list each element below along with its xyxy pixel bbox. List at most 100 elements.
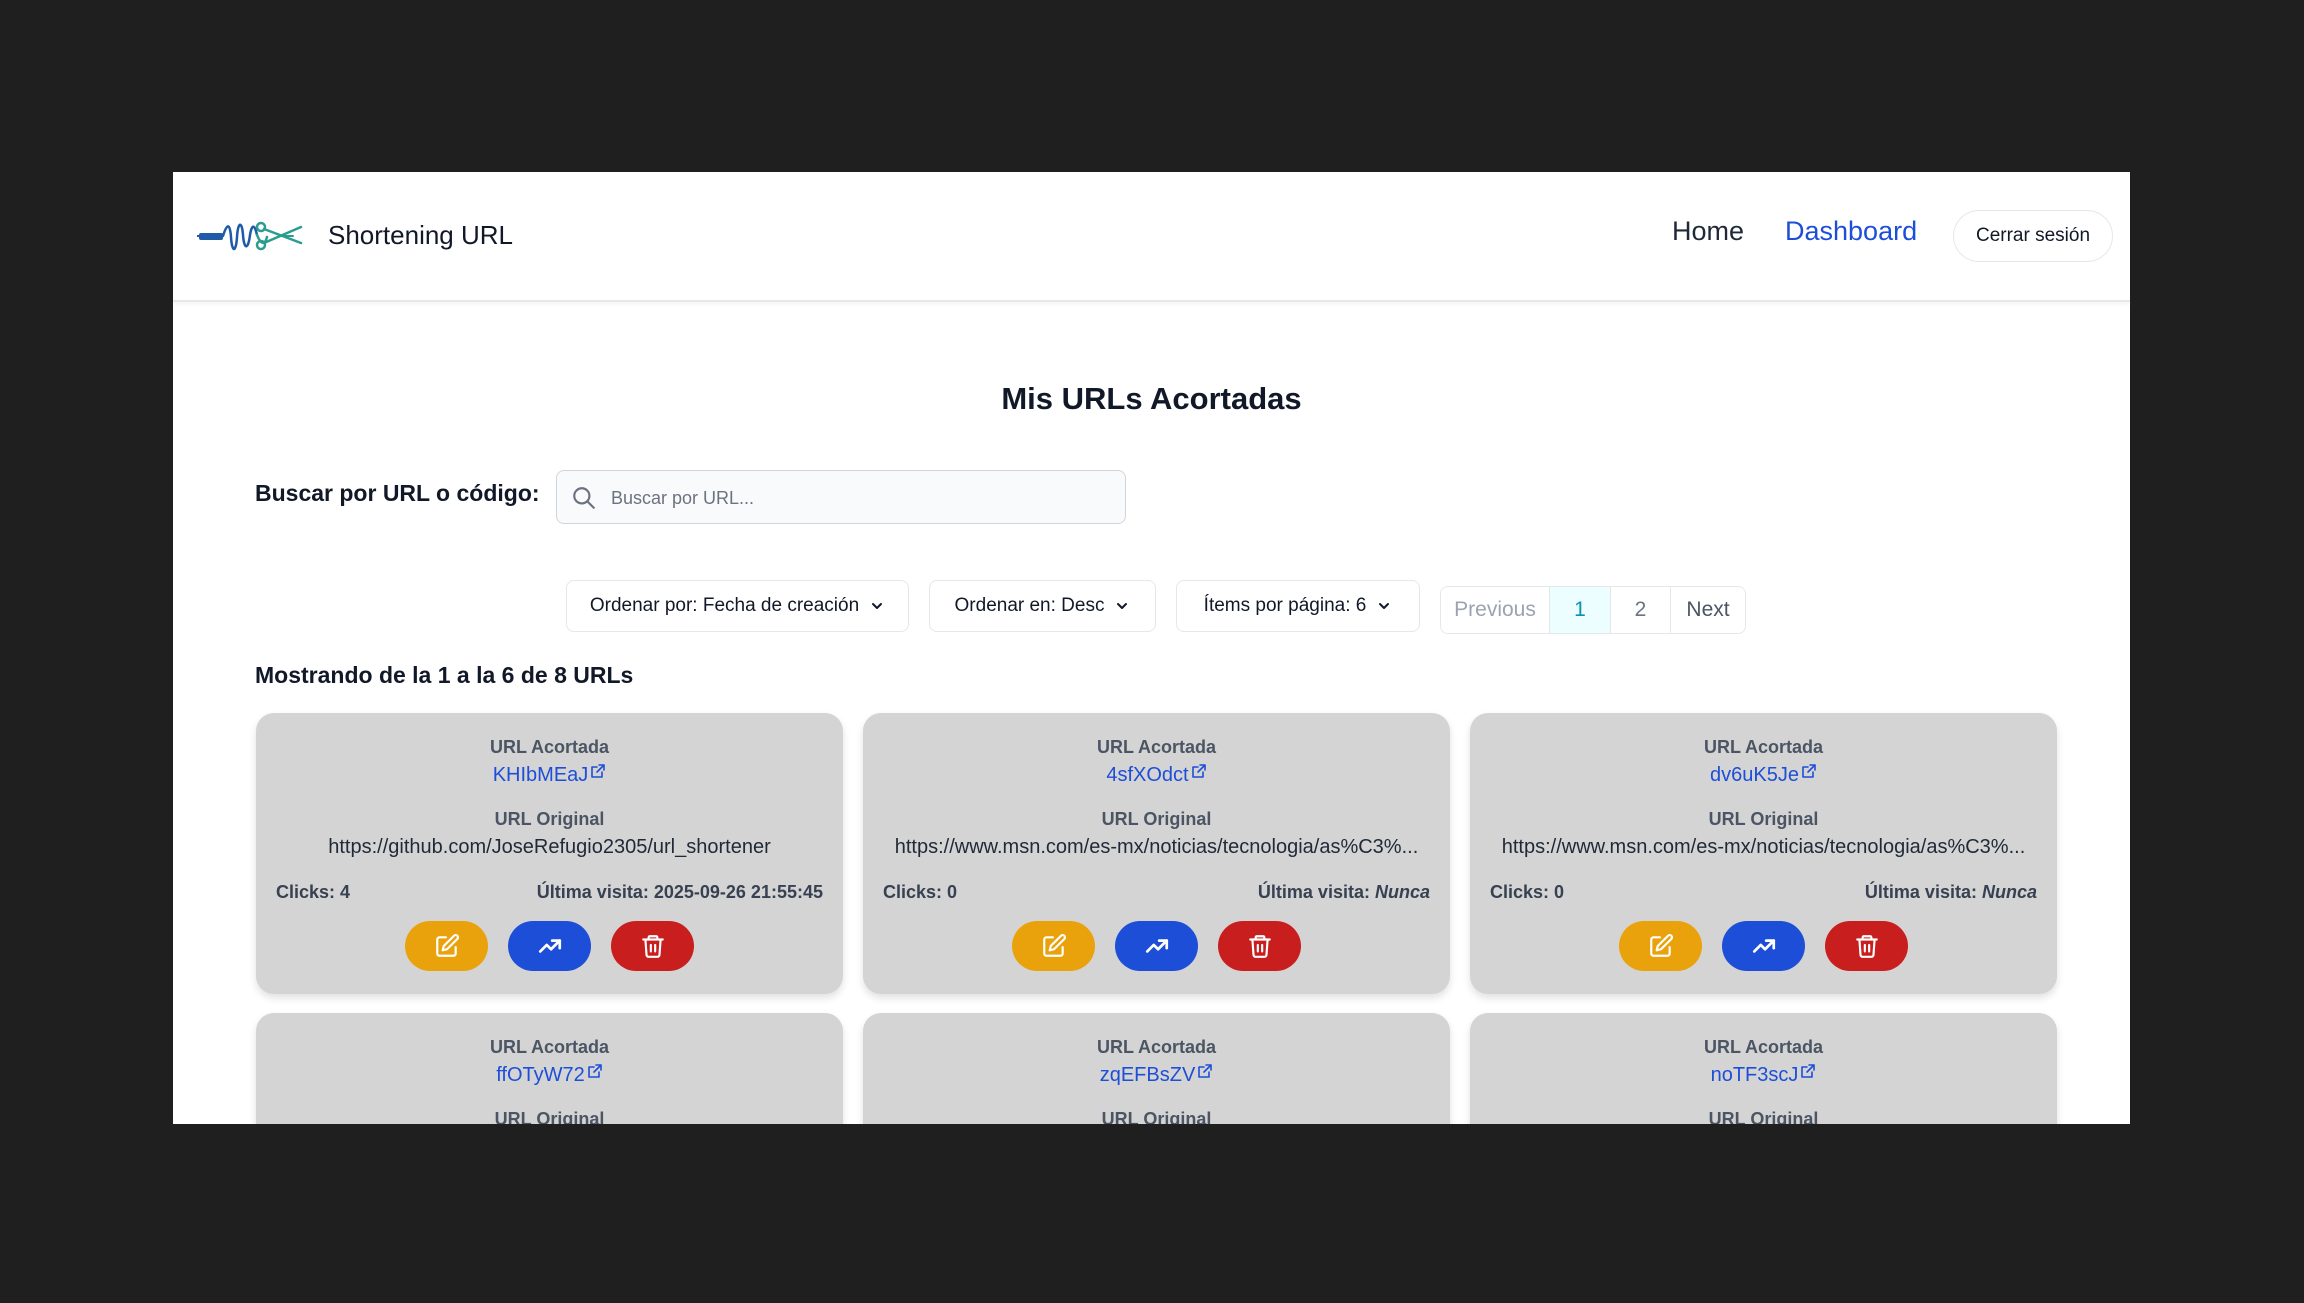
short-url-link[interactable]: ffOTyW72 (256, 1061, 843, 1089)
browser-viewport: Shortening URL Home Dashboard Cerrar ses… (173, 172, 2130, 1124)
last-visit-value: Nunca (1981, 882, 2037, 902)
short-url-link[interactable]: KHIbMEaJ (256, 761, 843, 789)
short-code[interactable]: ffOTyW72 (496, 1064, 585, 1086)
trash-icon (641, 935, 664, 958)
short-url-link[interactable]: zqEFBsZV (863, 1061, 1450, 1089)
original-url-label: URL Original (1708, 1109, 1819, 1124)
trash-icon (1855, 935, 1878, 958)
pagination-page-2[interactable]: 2 (1611, 587, 1671, 633)
pagination-next[interactable]: Next (1671, 587, 1745, 633)
pencil-square-icon (1649, 934, 1673, 957)
url-card: URL Acortada KHIbMEaJ URL Original https… (256, 713, 843, 994)
items-per-page-dropdown[interactable]: Ítems por página: 6 (1176, 580, 1420, 632)
clicks-prefix: Clicks: (883, 882, 943, 902)
results-count: Mostrando de la 1 a la 6 de 8 URLs (255, 662, 634, 688)
last-visit-prefix: Última visita: (536, 882, 649, 902)
stats-button[interactable] (1722, 921, 1805, 971)
short-url-label: URL Acortada (489, 737, 610, 757)
short-url-link[interactable]: noTF3scJ (1470, 1061, 2057, 1089)
search-box[interactable] (556, 470, 1126, 525)
original-url-label: URL Original (1708, 809, 1819, 829)
pagination-page-1[interactable]: 1 (1550, 587, 1611, 633)
chevron-down-icon (1117, 603, 1128, 609)
search-input[interactable] (609, 471, 1113, 525)
last-visit: Última visita: Nunca (1865, 880, 2037, 904)
url-card: URL Acortada ffOTyW72 URL Original (256, 1013, 843, 1124)
nav-dashboard-link[interactable]: Dashboard (1785, 212, 1917, 250)
logo-icon[interactable] (197, 213, 303, 259)
url-card: URL Acortada dv6uK5Je URL Original https… (1470, 713, 2057, 994)
logout-button[interactable]: Cerrar sesión (1953, 210, 2113, 262)
original-url-label: URL Original (494, 1109, 605, 1124)
external-link-icon[interactable] (1801, 763, 1817, 779)
chevron-down-icon (872, 603, 883, 609)
external-link-icon[interactable] (590, 763, 606, 779)
last-visit-prefix: Última visita: (1864, 882, 1977, 902)
navbar: Shortening URL Home Dashboard Cerrar ses… (173, 172, 2130, 302)
short-code[interactable]: KHIbMEaJ (493, 764, 589, 786)
short-url-label: URL Acortada (489, 1037, 610, 1057)
last-visit: Última visita: 2025-09-26 21:55:45 (537, 880, 823, 904)
nav-home-link[interactable]: Home (1672, 212, 1744, 250)
chevron-down-icon (1379, 603, 1390, 609)
trending-up-icon (538, 939, 561, 953)
stats-button[interactable] (1115, 921, 1198, 971)
original-url: https://github.com/JoseRefugio2305/url_s… (328, 836, 771, 858)
page-title: Mis URLs Acortadas (1001, 381, 1302, 416)
url-card: URL Acortada 4sfXOdct URL Original https… (863, 713, 1450, 994)
edit-button[interactable] (1619, 921, 1702, 971)
short-code[interactable]: dv6uK5Je (1710, 764, 1799, 786)
short-url-label: URL Acortada (1096, 1037, 1217, 1057)
clicks-value: 4 (340, 882, 351, 902)
short-code[interactable]: noTF3scJ (1711, 1064, 1799, 1086)
short-url-link[interactable]: dv6uK5Je (1470, 761, 2057, 789)
short-url-label: URL Acortada (1703, 1037, 1824, 1057)
external-link-icon[interactable] (1800, 1063, 1816, 1079)
edit-button[interactable] (405, 921, 488, 971)
last-visit-value: 2025-09-26 21:55:45 (653, 882, 823, 902)
sort-order-label: Ordenar en: Desc (954, 595, 1105, 616)
clicks-prefix: Clicks: (276, 882, 336, 902)
url-card: URL Acortada noTF3scJ URL Original (1470, 1013, 2057, 1124)
trash-icon (1248, 935, 1271, 958)
original-url-label: URL Original (1101, 1109, 1212, 1124)
clicks-count: Clicks: 0 (1490, 880, 1564, 904)
clicks-count: Clicks: 0 (883, 880, 957, 904)
brand-name[interactable]: Shortening URL (328, 218, 513, 252)
delete-button[interactable] (1218, 921, 1301, 971)
external-link-icon[interactable] (587, 1063, 603, 1079)
pencil-square-icon (1042, 934, 1066, 957)
items-per-page-label: Ítems por página: 6 (1203, 595, 1367, 616)
short-url-link[interactable]: 4sfXOdct (863, 761, 1450, 789)
url-card: URL Acortada zqEFBsZV URL Original (863, 1013, 1450, 1124)
last-visit-prefix: Última visita: (1257, 882, 1370, 902)
delete-button[interactable] (1825, 921, 1908, 971)
delete-button[interactable] (611, 921, 694, 971)
original-url-label: URL Original (1101, 809, 1212, 829)
pencil-square-icon (435, 934, 459, 957)
pagination: Previous 1 2 Next (1440, 586, 1746, 634)
last-visit-value: Nunca (1374, 882, 1430, 902)
search-label: Buscar por URL o código: (255, 480, 540, 506)
trending-up-icon (1752, 939, 1775, 953)
sort-order-dropdown[interactable]: Ordenar en: Desc (929, 580, 1156, 632)
edit-button[interactable] (1012, 921, 1095, 971)
short-code[interactable]: zqEFBsZV (1100, 1064, 1196, 1086)
original-url: https://www.msn.com/es-mx/noticias/tecno… (1501, 836, 2026, 858)
clicks-value: 0 (1554, 882, 1565, 902)
short-url-label: URL Acortada (1096, 737, 1217, 757)
last-visit: Última visita: Nunca (1258, 880, 1430, 904)
short-code[interactable]: 4sfXOdct (1106, 764, 1188, 786)
pagination-previous[interactable]: Previous (1441, 587, 1550, 633)
sort-by-dropdown[interactable]: Ordenar por: Fecha de creación (566, 580, 909, 632)
search-icon (573, 487, 595, 509)
stats-button[interactable] (508, 921, 591, 971)
original-url: https://www.msn.com/es-mx/noticias/tecno… (894, 836, 1419, 858)
sort-by-label: Ordenar por: Fecha de creación (589, 595, 860, 616)
trending-up-icon (1145, 939, 1168, 953)
external-link-icon[interactable] (1191, 763, 1207, 779)
original-url-label: URL Original (494, 809, 605, 829)
clicks-value: 0 (947, 882, 958, 902)
clicks-prefix: Clicks: (1490, 882, 1550, 902)
external-link-icon[interactable] (1197, 1063, 1213, 1079)
